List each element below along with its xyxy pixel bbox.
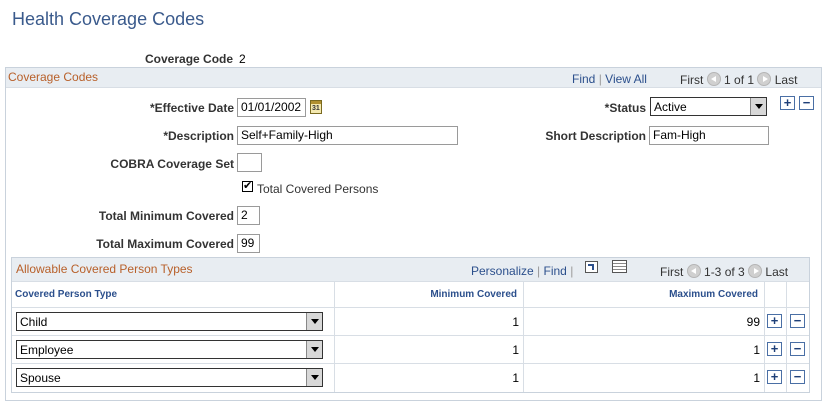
covered-person-type-select[interactable]: Employee <box>16 340 323 359</box>
status-label: *Status <box>604 101 646 115</box>
status-select[interactable]: Active <box>650 97 767 116</box>
grid-previous-arrow-icon[interactable] <box>686 264 701 278</box>
nav-separator: | <box>537 264 541 278</box>
description-input[interactable]: Self+Family-High <box>237 126 458 145</box>
last-label: Last <box>774 73 798 87</box>
grid-find-link[interactable]: Find <box>544 264 567 278</box>
zoom-grid-icon[interactable] <box>585 261 598 273</box>
total-maximum-covered-input[interactable]: 99 <box>237 234 260 253</box>
covered-person-type-select[interactable]: Spouse <box>16 368 323 387</box>
grid-nav: Personalize | Find | <box>471 264 573 278</box>
column-header-minimum-covered: Minimum Covered <box>430 289 517 300</box>
total-covered-persons-checkbox[interactable]: ✔ <box>242 181 253 192</box>
delete-row-button[interactable]: − <box>790 314 805 328</box>
coverage-codes-title: Coverage Codes <box>8 70 99 84</box>
next-arrow-icon[interactable] <box>757 72 772 86</box>
view-all-link[interactable]: View All <box>605 72 647 86</box>
grid-divider <box>334 282 335 392</box>
short-description-input[interactable]: Fam-High <box>649 126 769 145</box>
grid-next-arrow-icon[interactable] <box>748 264 763 278</box>
description-label: *Description <box>163 129 234 143</box>
maximum-covered-cell: 1 <box>753 371 760 385</box>
grid-last-label: Last <box>765 265 789 279</box>
page-title: Health Coverage Codes <box>12 9 205 29</box>
column-header-maximum-covered: Maximum Covered <box>669 289 758 300</box>
grid-pager-range: 1-3 of 3 <box>704 265 745 279</box>
grid-divider <box>786 282 787 392</box>
minimum-covered-cell: 1 <box>512 371 519 385</box>
grid-title: Allowable Covered Person Types <box>16 262 193 276</box>
short-description-label: Short Description <box>545 129 646 143</box>
total-covered-persons-label: Total Covered Persons <box>257 182 379 196</box>
coverage-pager: First 1 of 1 Last <box>680 72 797 87</box>
delete-row-button[interactable]: − <box>790 370 805 384</box>
add-row-button[interactable]: + <box>767 314 782 328</box>
coverage-code-label: Coverage Code <box>145 52 234 66</box>
add-row-button[interactable]: + <box>780 96 795 110</box>
column-header-covered-person-type: Covered Person Type <box>15 289 118 300</box>
add-row-button[interactable]: + <box>767 342 782 356</box>
grid-first-label: First <box>660 265 684 279</box>
cobra-coverage-set-input[interactable] <box>237 153 262 172</box>
covered-person-type-value: Spouse <box>20 371 61 385</box>
delete-row-button[interactable]: − <box>790 342 805 356</box>
nav-separator: | <box>570 264 574 278</box>
dropdown-arrow-icon[interactable] <box>750 98 766 115</box>
personalize-link[interactable]: Personalize <box>471 264 534 278</box>
grid-divider <box>764 282 765 392</box>
delete-row-button[interactable]: − <box>799 96 814 110</box>
total-minimum-covered-input[interactable]: 2 <box>237 206 260 225</box>
maximum-covered-cell: 1 <box>753 343 760 357</box>
coverage-code-value: 2 <box>239 52 246 66</box>
effective-date-label: *Effective Date <box>149 101 234 115</box>
effective-date-input[interactable]: 01/01/2002 <box>237 98 306 117</box>
minimum-covered-cell: 1 <box>512 343 519 357</box>
find-link[interactable]: Find <box>572 72 595 86</box>
total-minimum-covered-label: Total Minimum Covered <box>98 209 234 223</box>
covered-person-type-select[interactable]: Child <box>16 312 323 331</box>
minimum-covered-cell: 1 <box>512 315 519 329</box>
cobra-coverage-set-label: COBRA Coverage Set <box>110 157 234 171</box>
grid-divider <box>12 363 809 364</box>
previous-arrow-icon[interactable] <box>706 72 721 86</box>
dropdown-arrow-icon[interactable] <box>306 341 322 358</box>
status-value: Active <box>654 100 687 114</box>
pager-range: 1 of 1 <box>724 73 755 87</box>
dropdown-arrow-icon[interactable] <box>306 313 322 330</box>
covered-person-type-value: Child <box>20 315 48 329</box>
grid-divider <box>523 282 524 392</box>
coverage-nav: Find | View All <box>572 72 647 86</box>
total-maximum-covered-label: Total Maximum Covered <box>96 237 234 251</box>
nav-separator: | <box>598 72 602 86</box>
zoom-arrow <box>588 264 594 270</box>
first-label: First <box>680 73 704 87</box>
covered-person-type-value: Employee <box>20 343 74 357</box>
grid-divider <box>12 307 809 308</box>
maximum-covered-cell: 99 <box>746 315 760 329</box>
dropdown-arrow-icon[interactable] <box>306 369 322 386</box>
download-spreadsheet-icon[interactable] <box>612 260 627 273</box>
grid-divider <box>12 335 809 336</box>
calendar-icon[interactable] <box>310 100 322 114</box>
grid-pager: First 1-3 of 3 Last <box>660 264 788 279</box>
add-row-button[interactable]: + <box>767 370 782 384</box>
